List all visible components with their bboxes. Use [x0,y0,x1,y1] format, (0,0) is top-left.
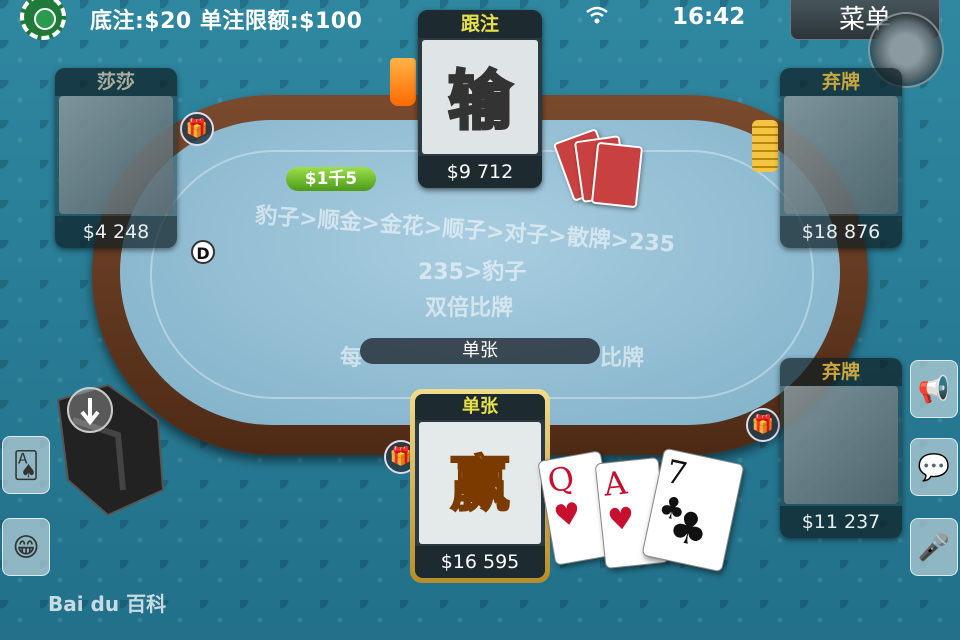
chat-icon[interactable]: 💬 [910,438,958,496]
seat-right-bottom[interactable]: 弃牌 $11 237 [780,358,902,538]
result-lose: 输 [447,64,514,141]
player-status: 弃牌 [780,358,902,386]
seat-me[interactable]: 单张 赢 $16 595 [410,389,550,583]
card-rank: 7 [662,452,691,494]
seat-top[interactable]: 跟注 输 $9 712 [418,10,542,188]
card-suit: ♥ [605,500,637,539]
avatar [784,96,898,214]
player-money: $9 712 [418,156,542,188]
avatar: 输 [422,40,538,154]
card-suit: ♥ [551,495,584,535]
avatar: 赢 [419,422,541,544]
seat-right-top[interactable]: 弃牌 $18 876 [780,68,902,248]
cards-icon[interactable]: 🂡 [2,436,50,494]
coin-stack-icon [752,120,778,172]
rule-bottom-right-text: 比牌 [600,346,645,371]
avatar [59,96,173,214]
seat-left[interactable]: 莎莎 $4 248 [55,68,177,248]
microphone-icon[interactable]: 🎤 [910,518,958,576]
rule-235-text: 235>豹子 [418,260,527,285]
avatar [784,386,898,504]
rule-double-text: 双倍比牌 [425,296,514,321]
player-status: 跟注 [418,10,542,38]
wifi-icon [586,6,608,24]
player-status: 弃牌 [780,68,902,96]
gift-icon[interactable]: 🎁 [746,408,780,442]
dealer-button: D [191,240,215,264]
result-win: 赢 [449,449,511,521]
clock: 16:42 [672,4,746,30]
player-money: $18 876 [780,216,902,248]
player-name: 莎莎 [55,68,177,96]
pot-badge: $1千5 [286,167,376,191]
megaphone-icon[interactable]: 📢 [910,360,958,418]
card-rank: Q [544,458,578,501]
card-rank: A [601,463,629,504]
player-money: $16 595 [415,546,545,578]
chair-icon[interactable] [48,380,178,520]
gift-icon[interactable]: 🎁 [180,112,214,146]
emoji-icon[interactable]: 😁 [2,518,50,576]
card-back [590,141,644,209]
player-money: $11 237 [780,506,902,538]
watermark: Bai du 百科 [48,592,167,616]
player-money: $4 248 [55,216,177,248]
bet-info: 底注:$20 单注限额:$100 [90,9,363,34]
rule-bottom-text: 每 [340,346,363,371]
player-status: 单张 [415,394,545,420]
hand-banner: 单张 [360,338,600,364]
drink-icon [390,58,416,106]
